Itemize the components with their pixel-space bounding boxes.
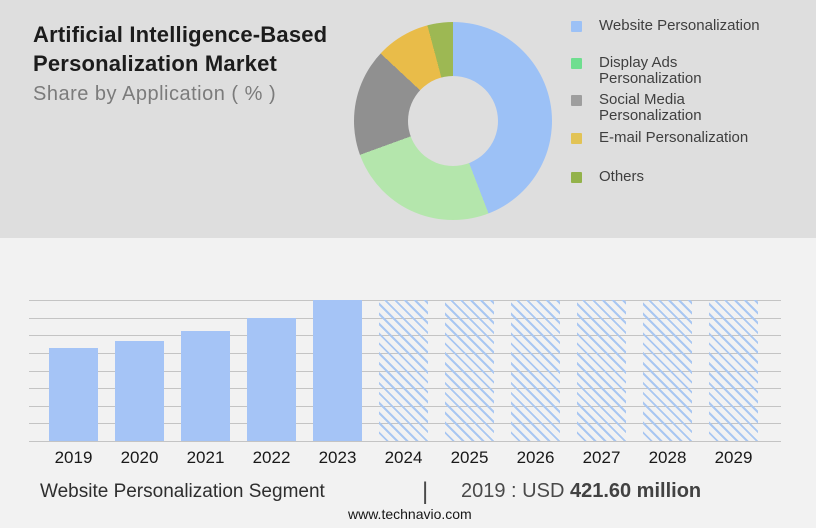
bar-chart: 2019 2020 2021 2022 2023 2024 2025 2026 2027 2028… — [29, 300, 781, 467]
forecast-bar-2028 — [643, 300, 692, 441]
caption-divider: | — [422, 478, 429, 505]
bar-2023 — [313, 300, 362, 441]
year-label: 2028 — [648, 448, 687, 467]
legend-item: Display Ads Personalization — [571, 55, 806, 87]
page-title-line-1: Artificial Intelligence-Based — [33, 22, 328, 47]
bar-slot-2022: 2022 — [247, 300, 296, 467]
share-panel: Artificial Intelligence-Based Personaliz… — [0, 0, 816, 238]
forecast-bar-2029 — [709, 300, 758, 441]
legend-swatch — [571, 58, 582, 69]
year-label: 2022 — [252, 448, 291, 467]
bar-2019 — [49, 348, 98, 441]
legend-label: E-mail Personalization — [599, 129, 749, 146]
legend-swatch — [571, 21, 582, 32]
bar-slot-2020: 2020 — [115, 300, 164, 467]
legend-label: Others — [599, 168, 645, 185]
legend-item: E-mail Personalization — [571, 130, 806, 146]
year-label: 2023 — [318, 448, 357, 467]
legend-swatch — [571, 95, 582, 106]
legend-label: Website Personalization — [599, 17, 760, 34]
bar-2020 — [115, 341, 164, 441]
trend-panel: 2019 2020 2021 2022 2023 2024 2025 2026 2027 2028… — [0, 238, 816, 528]
bar-slot-2027: 2027 — [577, 300, 626, 467]
bar-slot-2024: 2024 — [379, 300, 428, 467]
bar-slot-2019: 2019 — [49, 300, 98, 467]
caption-value: 2019 : USD 421.60 million — [461, 480, 701, 503]
caption-row: Website Personalization Segment | 2019 :… — [0, 478, 816, 507]
legend-item: Others — [571, 169, 806, 185]
bars-area: 2019 2020 2021 2022 2023 2024 2025 2026 2027 2028… — [29, 300, 781, 467]
bar-2021 — [181, 331, 230, 441]
forecast-bar-2027 — [577, 300, 626, 441]
legend-item: Social Media Personalization — [571, 92, 806, 124]
gridline — [29, 441, 781, 442]
chart-subtitle: Share by Application ( % ) — [33, 83, 277, 105]
year-label: 2020 — [120, 448, 159, 467]
year-label: 2021 — [186, 448, 225, 467]
legend-label: Display Ads Personalization — [599, 54, 702, 87]
forecast-bar-2024 — [379, 300, 428, 441]
bar-slot-2029: 2029 — [709, 300, 758, 467]
year-label: 2027 — [582, 448, 621, 467]
bar-slot-2026: 2026 — [511, 300, 560, 467]
caption-segment-label: Website Personalization Segment — [40, 481, 325, 502]
bar-slot-2028: 2028 — [643, 300, 692, 467]
bar-slot-2025: 2025 — [445, 300, 494, 467]
legend-item: Website Personalization — [571, 18, 806, 34]
legend-swatch — [571, 172, 582, 183]
page-title-line-2: Personalization Market — [33, 51, 278, 76]
bar-2022 — [247, 318, 296, 441]
year-label: 2024 — [384, 448, 423, 467]
year-label: 2026 — [516, 448, 555, 467]
donut-chart — [354, 22, 552, 220]
forecast-bar-2025 — [445, 300, 494, 441]
forecast-bar-2026 — [511, 300, 560, 441]
legend-label: Social Media Personalization — [599, 91, 702, 124]
year-label: 2019 — [54, 448, 93, 467]
website-url: www.technavio.com — [347, 506, 472, 522]
bar-slot-2023: 2023 — [313, 300, 362, 467]
caption-value-amount: 421.60 million — [569, 480, 702, 502]
market-infographic: Artificial Intelligence-Based Personaliz… — [0, 0, 816, 528]
caption-value-prefix: 2019 : USD — [461, 480, 570, 502]
bar-slot-2021: 2021 — [181, 300, 230, 467]
year-label: 2025 — [450, 448, 489, 467]
year-label: 2029 — [714, 448, 753, 467]
legend-swatch — [571, 133, 582, 144]
donut-legend: Website Personalization Display Ads Person… — [571, 18, 806, 185]
title-block: Artificial Intelligence-Based Personaliz… — [33, 20, 353, 106]
